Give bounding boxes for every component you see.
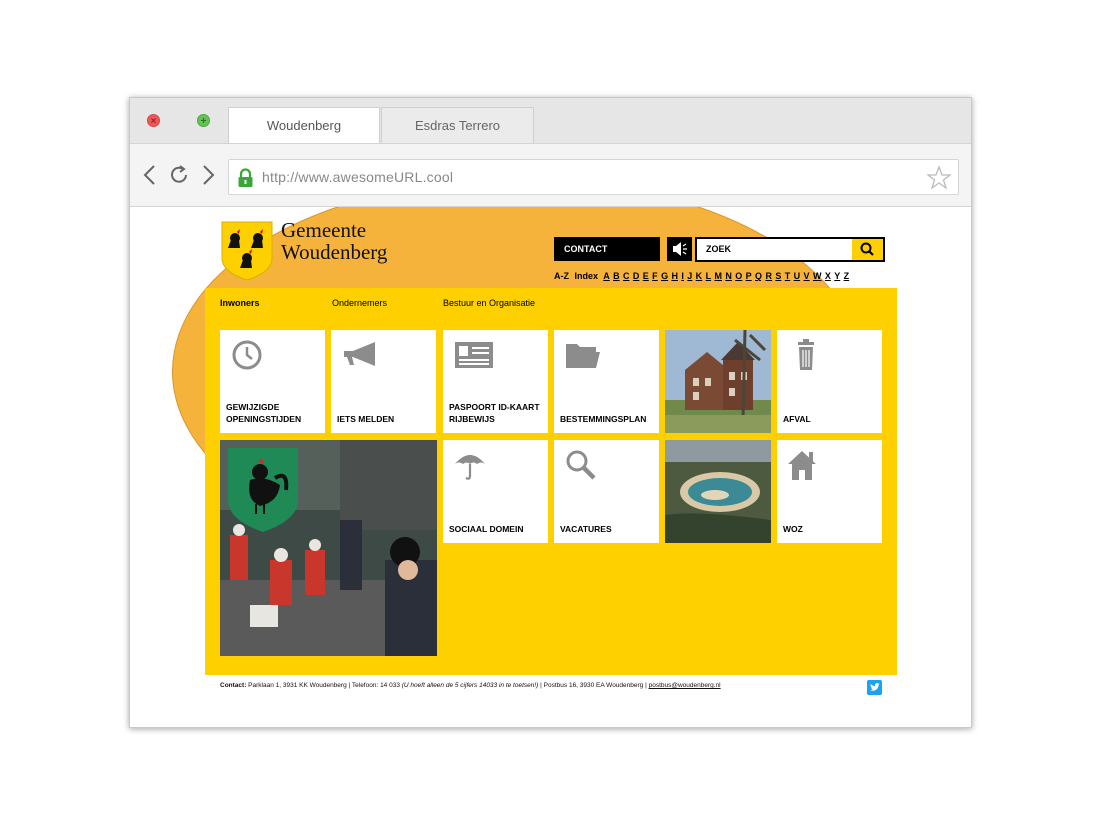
browser-window: × – + Woudenberg Esdras Terrero http://w… [129,97,972,728]
address-bar[interactable]: http://www.awesomeURL.cool [228,159,959,195]
lock-icon [238,168,253,187]
reload-icon[interactable] [167,162,191,188]
az-letter-y[interactable]: Y [834,271,840,281]
tile-bestemmingsplan[interactable]: BESTEMMINGSPLAN [554,330,659,433]
tile-afval[interactable]: AFVAL [777,330,882,433]
parade-photo[interactable] [220,440,437,656]
az-letter-c[interactable]: C [623,271,630,281]
az-letter-d[interactable]: D [633,271,640,281]
folder-icon [566,344,600,368]
tile-label: PASPOORT ID-KAART RIJBEWIJS [449,402,540,424]
nav-ondernemers[interactable]: Ondernemers [332,298,387,308]
az-letter-q[interactable]: Q [755,271,762,281]
az-letter-r[interactable]: R [765,271,772,281]
coat-of-arms-logo[interactable] [220,220,274,282]
index-label: Index [574,271,599,281]
tile-label: VACATURES [560,524,612,534]
az-letter-k[interactable]: K [696,271,703,281]
forward-icon[interactable] [196,162,220,188]
house-icon [788,451,816,480]
az-letter-b[interactable]: B [613,271,620,281]
tile-gewijzigde-openingstijden[interactable]: GEWIJZIGDE OPENINGSTIJDEN [220,330,325,433]
main-panel: Inwoners Ondernemers Bestuur en Organisa… [205,288,897,675]
az-label: A-Z [554,271,569,281]
tile-vacatures[interactable]: VACATURES [554,440,659,543]
search-input[interactable]: ZOEK [706,244,731,254]
megaphone-icon [344,342,375,366]
tile-iets-melden[interactable]: IETS MELDEN [331,330,436,433]
tile-paspoort-id-kaart-rijbewijs[interactable]: PASPOORT ID-KAART RIJBEWIJS [443,330,548,433]
search-icon [860,242,874,256]
az-letter-t[interactable]: T [785,271,791,281]
az-letter-a[interactable]: A [603,271,610,281]
tile-label: IETS MELDEN [337,414,395,424]
tile-label: WOZ [783,524,803,534]
az-letter-z[interactable]: Z [844,271,850,281]
az-index: A-Z Index ABCDEFGHIJKLMNOPQRSTUVWXYZ [554,271,853,281]
town-hall-photo[interactable] [665,330,771,433]
footer-address: Parklaan 1, 3931 KK Woudenberg | Telefoo… [246,682,402,689]
close-window-button[interactable]: × [147,114,160,127]
tile-label: BESTEMMINGSPLAN [560,414,647,424]
az-letter-j[interactable]: J [687,271,692,281]
trash-icon [798,339,814,370]
az-letter-e[interactable]: E [643,271,649,281]
az-letter-g[interactable]: G [661,271,668,281]
website: Gemeente Woudenberg CONTACT ZOEK A-Z Ind… [205,208,897,728]
footer-email-link[interactable]: postbus@woudenberg.nl [649,682,721,689]
url-text: http://www.awesomeURL.cool [262,169,454,185]
twitter-icon[interactable] [867,680,882,695]
back-icon[interactable] [139,162,163,188]
search-button[interactable] [852,239,883,260]
az-letter-m[interactable]: M [714,271,722,281]
contact-button[interactable]: CONTACT [554,237,660,261]
az-letter-h[interactable]: H [671,271,678,281]
footer-contact: Contact: Parklaan 1, 3931 KK Woudenberg … [220,682,721,689]
tab-bar: × – + Woudenberg Esdras Terrero [130,98,971,565]
tab-esdras-terrero[interactable]: Esdras Terrero [381,107,534,143]
lake-aerial-photo[interactable] [665,440,771,543]
tile-label: GEWIJZIGDE OPENINGSTIJDEN [226,402,302,424]
magnifier-icon [566,450,596,480]
tile-sociaal-domein[interactable]: SOCIAAL DOMEIN [443,440,548,543]
speaker-icon[interactable] [667,237,692,261]
az-letter-x[interactable]: X [825,271,831,281]
az-letter-f[interactable]: F [652,271,658,281]
brand-name-line2: Woudenberg [281,240,388,264]
search-box[interactable]: ZOEK [695,237,885,262]
az-letter-i[interactable]: I [681,271,684,281]
az-letter-w[interactable]: W [813,271,822,281]
tile-label: AFVAL [783,414,811,424]
maximize-window-button[interactable]: + [197,114,210,127]
footer-postbus: | Postbus 16, 3930 EA Woudenberg | [538,682,649,689]
tab-woudenberg[interactable]: Woudenberg [228,107,380,143]
footer-contact-label: Contact: [220,682,247,689]
az-letter-v[interactable]: V [804,271,810,281]
az-letter-s[interactable]: S [775,271,781,281]
tile-woz[interactable]: WOZ [777,440,882,543]
nav-inwoners[interactable]: Inwoners [220,298,260,308]
bookmark-star-icon[interactable] [926,165,952,191]
tile-label: SOCIAAL DOMEIN [449,524,524,534]
az-letter-l[interactable]: L [706,271,712,281]
id-card-icon [455,342,493,368]
footer-phone-note: (U hoeft alleen de 5 cijfers 14033 in te… [401,682,539,689]
az-letter-u[interactable]: U [794,271,801,281]
browser-toolbar: http://www.awesomeURL.cool [130,143,971,207]
clock-icon [232,340,262,370]
umbrella-icon [455,455,485,480]
nav-bestuur-en-organisatie[interactable]: Bestuur en Organisatie [443,298,535,308]
az-letter-o[interactable]: O [735,271,742,281]
az-letter-n[interactable]: N [725,271,732,281]
az-letter-p[interactable]: P [746,271,752,281]
